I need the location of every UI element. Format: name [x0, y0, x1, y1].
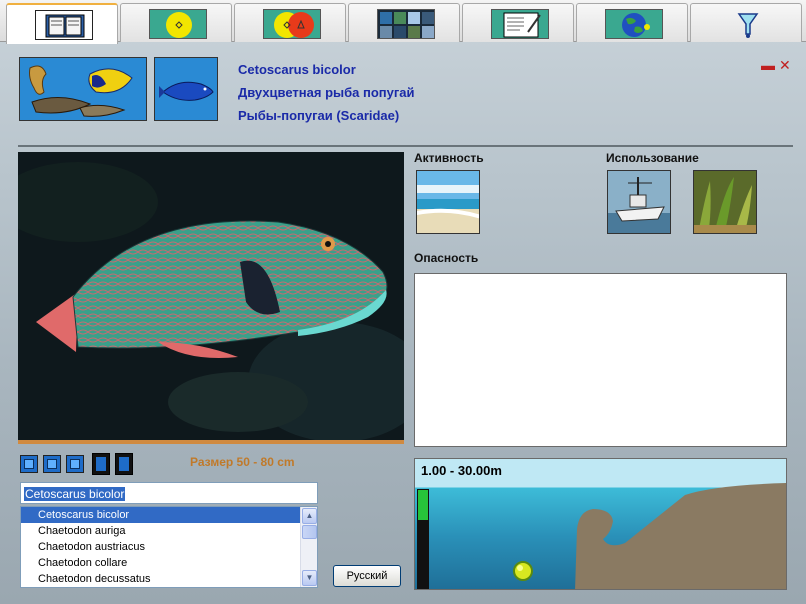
list-item[interactable]: Chaetodon decussatus: [21, 571, 302, 587]
fishing-boat-icon[interactable]: [607, 170, 671, 234]
species-latin-name: Cetoscarus bicolor: [238, 62, 356, 77]
filter-funnel-icon: [719, 9, 777, 39]
species-thumbnail[interactable]: [154, 57, 218, 121]
fish-position-marker-icon: [513, 561, 533, 581]
book-icon: [35, 10, 93, 40]
tab-single-dot[interactable]: [120, 3, 232, 42]
tab-gallery[interactable]: [348, 3, 460, 42]
species-title-block: Cetoscarus bicolor Двухцветная рыба попу…: [238, 58, 415, 127]
species-common-name: Двухцветная рыба попугай: [238, 85, 415, 100]
list-item[interactable]: Cetoscarus bicolor: [21, 507, 302, 523]
venn-circles-icon: [263, 9, 321, 39]
depth-diagram: 1.00 - 30.00m: [414, 458, 787, 590]
depth-range-fill: [418, 490, 428, 520]
tab-compare[interactable]: [234, 3, 346, 42]
video-button-2[interactable]: [115, 453, 133, 475]
tab-globe[interactable]: [576, 3, 688, 42]
danger-label: Опасность: [414, 251, 479, 265]
species-photo: [18, 152, 404, 444]
activity-day-icon[interactable]: [416, 170, 480, 234]
activity-label: Активность: [414, 151, 484, 165]
view-button-3[interactable]: [66, 455, 84, 473]
view-button-1[interactable]: [20, 455, 38, 473]
list-item[interactable]: Chaetodon auriga: [21, 523, 302, 539]
fish-group-icon: [20, 58, 146, 120]
view-button-2[interactable]: [43, 455, 61, 473]
yellow-dot-icon: [149, 9, 207, 39]
photo-grid-icon: [377, 9, 435, 39]
scroll-down-icon[interactable]: ▼: [302, 570, 317, 586]
list-item[interactable]: Chaetodon collare: [21, 555, 302, 571]
search-input[interactable]: Cetoscarus bicolor: [20, 482, 318, 504]
depth-range-label: 1.00 - 30.00m: [421, 463, 502, 478]
depth-scale: [417, 489, 429, 589]
family-thumbnail[interactable]: [19, 57, 147, 121]
seabed-profile-icon: [575, 483, 786, 589]
search-input-value: Cetoscarus bicolor: [24, 487, 126, 501]
list-scrollbar[interactable]: ▲ ▼: [300, 507, 317, 587]
parrotfish-photo-icon: [18, 152, 404, 440]
minimize-icon[interactable]: ▬: [761, 57, 775, 73]
scroll-thumb[interactable]: [302, 525, 317, 539]
video-button-1[interactable]: [92, 453, 110, 475]
aquarium-icon[interactable]: [693, 170, 757, 234]
scroll-up-icon[interactable]: ▲: [302, 508, 317, 524]
language-button[interactable]: Русский: [333, 565, 401, 587]
close-icon[interactable]: ✕: [779, 57, 791, 74]
species-family: Рыбы-попугаи (Scaridae): [238, 108, 400, 123]
header-divider: [18, 145, 793, 147]
list-item[interactable]: Chaetodon austriacus: [21, 539, 302, 555]
globe-icon: [605, 9, 663, 39]
species-list[interactable]: Cetoscarus bicolor Chaetodon auriga Chaeto…: [20, 506, 318, 588]
tab-filter[interactable]: [690, 3, 802, 42]
parrotfish-icon: [155, 58, 217, 120]
size-label: Размер 50 - 80 cm: [190, 455, 295, 469]
tab-book[interactable]: [6, 3, 118, 44]
tab-bar: [0, 0, 806, 44]
tab-notes[interactable]: [462, 3, 574, 42]
danger-panel: [414, 273, 787, 447]
notepad-pencil-icon: [491, 9, 549, 39]
usage-label: Использование: [606, 151, 699, 165]
